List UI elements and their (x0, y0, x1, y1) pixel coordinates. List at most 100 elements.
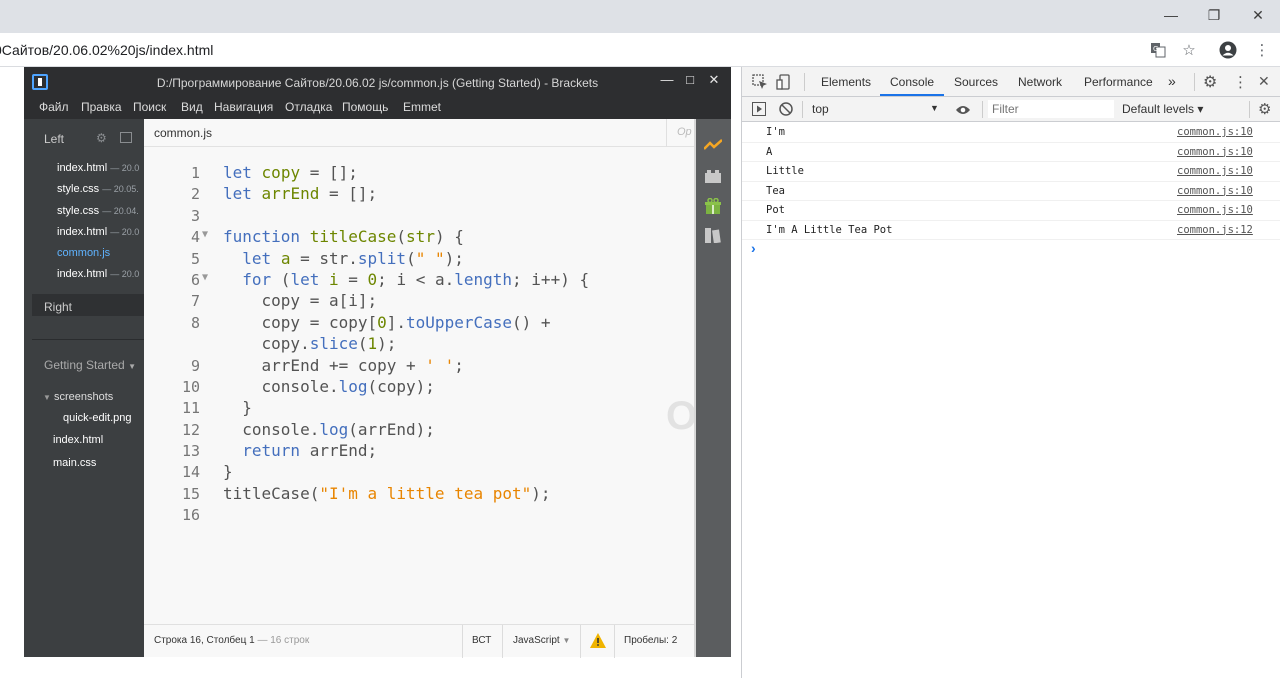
profile-icon[interactable] (1219, 41, 1237, 59)
inspect-element-icon[interactable] (752, 74, 768, 95)
line-number: 6 (190, 270, 200, 289)
code-line: 13 return arrEnd; (144, 441, 666, 462)
menu-file[interactable]: Файл (39, 100, 69, 114)
working-file-item[interactable]: index.html — 20.0 (57, 162, 139, 174)
gift-icon[interactable] (704, 197, 722, 214)
line-number: 15 (181, 484, 200, 503)
live-expression-eye-icon[interactable] (955, 103, 971, 121)
menu-find[interactable]: Поиск (133, 100, 166, 114)
working-file-item[interactable]: style.css — 20.04. (57, 205, 139, 217)
brackets-maximize-icon[interactable]: □ (679, 72, 701, 87)
brackets-minimize-icon[interactable]: — (656, 72, 678, 87)
code-line: 14} (144, 462, 666, 483)
device-toolbar-icon[interactable] (776, 74, 792, 95)
settings-gear-icon[interactable]: ⚙ (96, 131, 107, 145)
project-dropdown[interactable]: Getting Started ▼ (44, 358, 136, 372)
clear-console-icon[interactable] (779, 102, 793, 121)
more-tabs-icon[interactable]: » (1168, 73, 1176, 89)
tree-file[interactable]: main.css (53, 457, 96, 469)
code-line: 6 ▼ for (let i = 0; i < a.length; i++) { (144, 270, 666, 291)
fold-arrow-icon[interactable]: ▼ (202, 272, 208, 283)
right-pane-tab[interactable]: Op (666, 119, 694, 147)
tab-common-js[interactable]: common.js (154, 126, 212, 140)
tab-performance[interactable]: Performance (1084, 75, 1153, 89)
indent-settings[interactable]: Пробелы: 2 (624, 635, 677, 646)
divider (614, 625, 615, 658)
code-line: 12 console.log(arrEnd); (144, 420, 666, 441)
split-view-icon[interactable] (120, 132, 132, 143)
folder-arrow-icon: ▼ (43, 393, 51, 402)
code-line: 15 titleCase("I'm a little tea pot"); (144, 484, 666, 505)
menu-view[interactable]: Вид (181, 100, 203, 114)
log-source-link[interactable]: common.js:12 (1177, 224, 1253, 236)
log-source-link[interactable]: common.js:10 (1177, 185, 1253, 197)
url-text[interactable]: 0Сайтов/20.06.02%20js/index.html (0, 42, 213, 58)
code-line: 10 console.log(copy); (144, 377, 666, 398)
code-area[interactable]: 1 let copy = []; 2 let arrEnd = []; 3 4 ▼ fu… (144, 163, 666, 527)
tab-elements[interactable]: Elements (821, 75, 871, 89)
log-source-link[interactable]: common.js:10 (1177, 204, 1253, 216)
code-line: 1 let copy = []; (144, 163, 666, 184)
restore-icon[interactable]: ❐ (1191, 0, 1237, 30)
log-source-link[interactable]: common.js:10 (1177, 165, 1253, 177)
close-devtools-icon[interactable]: ✕ (1258, 73, 1270, 90)
log-levels-dropdown[interactable]: Default levels ▾ (1122, 102, 1203, 116)
console-settings-gear-icon[interactable]: ⚙ (1258, 100, 1271, 118)
menu-help[interactable]: Помощь (342, 100, 388, 114)
menu-emmet[interactable]: Emmet (403, 100, 441, 114)
translate-icon[interactable]: G (1149, 41, 1167, 59)
file-name: index.html (57, 226, 108, 238)
line-number: 16 (181, 506, 200, 525)
console-prompt[interactable]: › (751, 240, 756, 256)
tab-console[interactable]: Console (890, 75, 934, 89)
books-icon[interactable] (704, 227, 722, 244)
insert-mode-toggle[interactable]: ВСТ (472, 635, 491, 646)
settings-gear-icon[interactable]: ⚙ (1203, 72, 1217, 92)
tab-network[interactable]: Network (1018, 75, 1062, 89)
right-toolbar (696, 119, 731, 657)
code-line: 3 (144, 206, 666, 227)
language-dropdown[interactable]: JavaScript ▼ (513, 635, 570, 646)
working-file-item[interactable]: style.css — 20.05. (57, 183, 139, 195)
minimize-icon[interactable]: — (1148, 0, 1194, 30)
menu-debug[interactable]: Отладка (285, 100, 332, 114)
tree-folder[interactable]: ▼ screenshots (43, 391, 113, 403)
file-name: common.js (57, 247, 111, 259)
line-number: 12 (181, 420, 200, 439)
brackets-close-icon[interactable]: ✕ (703, 72, 725, 88)
file-meta: — 20.04. (102, 206, 139, 216)
menu-edit[interactable]: Правка (81, 100, 122, 114)
working-file-item[interactable]: index.html — 20.0 (57, 268, 139, 280)
tree-file[interactable]: index.html (53, 434, 103, 446)
console-toolbar: top ▼ Default levels ▾ ⚙ (742, 97, 1280, 122)
console-filter-input[interactable] (988, 100, 1114, 118)
fold-arrow-icon[interactable]: ▼ (202, 229, 208, 240)
file-name: index.html (57, 268, 108, 280)
file-name: index.html (57, 162, 108, 174)
language-label: JavaScript (513, 635, 560, 646)
sidebar-toggle-icon[interactable] (752, 102, 766, 121)
code-editor[interactable]: common.js Op O 1 let copy = []; 2 let arrE… (144, 119, 697, 658)
tab-sources[interactable]: Sources (954, 75, 998, 89)
project-name: Getting Started (44, 358, 125, 372)
close-icon[interactable]: ✕ (1235, 0, 1280, 30)
working-file-item[interactable]: index.html — 20.0 (57, 226, 139, 238)
file-meta: — 20.0 (110, 227, 140, 237)
bookmark-star-icon[interactable]: ☆ (1180, 41, 1198, 59)
context-selector[interactable]: top (812, 102, 829, 116)
extension-manager-icon[interactable] (704, 169, 722, 183)
brackets-titlebar: D:/Программирование Сайтов/20.06.02 js/c… (24, 67, 731, 97)
log-source-link[interactable]: common.js:10 (1177, 146, 1253, 158)
devtools-panel: Elements Console Sources Network Perform… (741, 67, 1280, 678)
kebab-menu-icon[interactable]: ⋮ (1233, 73, 1248, 91)
line-number: 3 (190, 206, 200, 225)
log-source-link[interactable]: common.js:10 (1177, 126, 1253, 138)
address-bar[interactable]: 0Сайтов/20.06.02%20js/index.html G ☆ ⋮ (0, 33, 1280, 67)
live-preview-icon[interactable] (703, 139, 723, 153)
more-menu-icon[interactable]: ⋮ (1253, 41, 1271, 59)
menu-navigate[interactable]: Навигация (214, 100, 273, 114)
warning-icon[interactable] (590, 633, 606, 653)
file-meta: — 20.0 (110, 163, 140, 173)
tree-file[interactable]: quick-edit.png (63, 412, 132, 424)
working-file-item-active[interactable]: common.js (57, 247, 110, 259)
